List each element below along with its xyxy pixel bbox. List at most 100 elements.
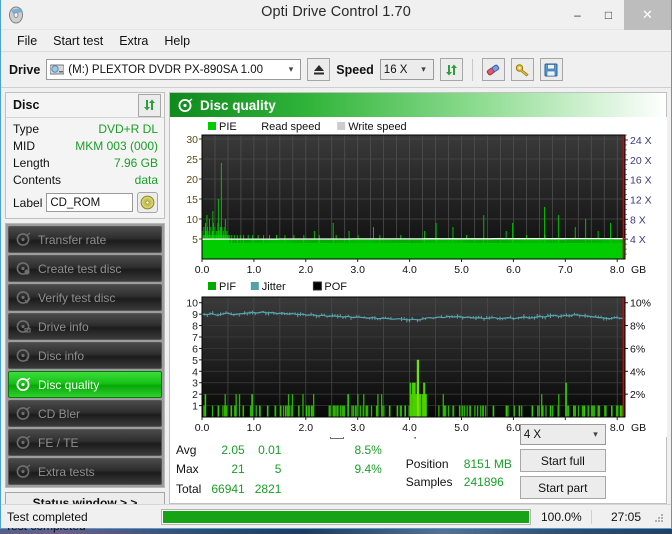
eject-icon xyxy=(313,65,324,75)
disc-quality-icon xyxy=(178,97,193,113)
disc-bler-icon xyxy=(16,406,31,421)
table-row: Total 66941 2821 xyxy=(176,479,392,499)
svg-text:1.0: 1.0 xyxy=(247,422,262,434)
disc-label-input[interactable]: CD_ROM xyxy=(46,193,133,212)
menu-item-help[interactable]: Help xyxy=(156,32,198,50)
pif-jitter-chart[interactable]: PIF Jitter POF 1 2 3 4 5 6 7 8 9 10 2% 4% 6% 8% 10% 0.0 1.0… xyxy=(170,279,667,437)
cell-max-pif: 5 xyxy=(274,462,282,477)
readout-key-samples: Samples xyxy=(405,475,453,489)
cell-max-jitter: 9.4% xyxy=(354,462,382,477)
cell-avg-pof xyxy=(291,440,326,460)
svg-text:15: 15 xyxy=(186,194,198,206)
key-button[interactable] xyxy=(510,58,534,81)
test-button-drive-info[interactable]: Drive info xyxy=(8,313,162,340)
refresh-icon xyxy=(445,64,457,75)
test-button-cd-bler[interactable]: CD Bler xyxy=(8,400,162,427)
eraser-icon xyxy=(487,64,500,75)
svg-text:7.0: 7.0 xyxy=(558,264,573,276)
test-button-transfer-rate[interactable]: Transfer rate xyxy=(8,226,162,253)
progress-percent: 100.0% xyxy=(541,509,582,524)
svg-text:5.0: 5.0 xyxy=(454,422,469,434)
resize-grip[interactable] xyxy=(653,511,665,523)
test-speed-select[interactable]: 4 X ▾ xyxy=(519,424,606,445)
readout-row-position: Position 8151 MB xyxy=(406,455,512,473)
speed-select[interactable]: 16 X ▾ xyxy=(379,59,434,80)
test-button-label: Drive info xyxy=(38,319,89,334)
disc-test-icon xyxy=(16,232,31,247)
disc-extra-icon xyxy=(16,464,31,479)
svg-text:3.0: 3.0 xyxy=(350,264,365,276)
test-button-verify-test-disc[interactable]: Verify test disc xyxy=(8,284,162,311)
svg-text:4.0: 4.0 xyxy=(402,422,417,434)
disc-panel-title: Disc xyxy=(13,98,40,112)
maximize-button[interactable]: □ xyxy=(593,0,624,30)
minimize-button[interactable]: – xyxy=(562,0,593,30)
cell-total-pof xyxy=(291,479,326,499)
cell-avg-pie: 2.05 xyxy=(221,442,245,457)
disc-label-key: Label xyxy=(13,195,43,210)
svg-text:8%: 8% xyxy=(630,321,645,333)
test-button-label: Verify test disc xyxy=(38,290,116,305)
svg-text:Write speed: Write speed xyxy=(348,121,407,133)
speed-label: Speed xyxy=(336,62,374,77)
eject-button[interactable] xyxy=(307,58,331,81)
disc-info-key: MID xyxy=(13,139,35,153)
cell-total-pie: 66941 xyxy=(211,482,245,497)
status-bar-text: Test completed xyxy=(7,509,88,524)
readout-value-samples: 241896 xyxy=(463,475,504,489)
cell-max-pof xyxy=(291,460,326,480)
disc-info-row-contents: Contents data xyxy=(13,172,158,189)
window-controls: – □ ✕ xyxy=(562,0,671,30)
test-button-disc-info[interactable]: i Disc info xyxy=(8,342,162,369)
disc-info-row-type: Type DVD+R DL xyxy=(13,121,158,138)
svg-text:5: 5 xyxy=(192,234,198,246)
test-button-disc-quality[interactable]: Disc quality xyxy=(8,371,162,398)
svg-text:6.0: 6.0 xyxy=(506,264,521,276)
drive-select[interactable]: (M:) PLEXTOR DVDR PX-890SA 1.00 ▾ xyxy=(46,59,302,80)
erase-button[interactable] xyxy=(481,58,505,81)
pie-chart[interactable]: PIE Read speed Write speed 5 10 15 20 25 30 4 X 8 … xyxy=(170,117,667,279)
test-button-create-test-disc[interactable]: Create test disc xyxy=(8,255,162,282)
test-button-label: Disc info xyxy=(38,348,85,363)
disc-info-value: DVD+R DL xyxy=(98,122,158,136)
left-pane: Disc Type DVD+R DL MID MKM 003 (000) Len… xyxy=(5,92,165,533)
drive-label: Drive xyxy=(9,62,41,77)
chevron-down-icon: ▾ xyxy=(593,429,598,439)
disc-quality-header: Disc quality xyxy=(170,93,666,117)
test-button-extra-tests[interactable]: Extra tests xyxy=(8,458,162,485)
drive-icon xyxy=(49,63,65,76)
svg-text:8: 8 xyxy=(192,321,198,333)
svg-text:2.0: 2.0 xyxy=(298,264,313,276)
start-part-button[interactable]: Start part xyxy=(519,476,606,499)
disc-label-button[interactable] xyxy=(137,192,158,213)
svg-text:POF: POF xyxy=(324,281,347,293)
drive-info-icon xyxy=(16,319,31,334)
drive-toolbar: Drive (M:) PLEXTOR DVDR PX-890SA 1.00 ▾ … xyxy=(1,52,671,88)
svg-text:25: 25 xyxy=(186,154,198,166)
svg-text:30: 30 xyxy=(186,134,198,146)
svg-text:20 X: 20 X xyxy=(630,155,652,167)
close-button[interactable]: ✕ xyxy=(624,0,671,30)
start-full-button[interactable]: Start full xyxy=(519,449,606,472)
toolbar-separator xyxy=(471,58,473,81)
row-label-avg: Avg xyxy=(176,442,197,457)
svg-text:GB: GB xyxy=(631,264,646,276)
test-button-label: Disc quality xyxy=(38,377,100,392)
save-button[interactable] xyxy=(539,58,563,81)
chevron-down-icon: ▾ xyxy=(421,64,426,74)
readout-row-samples: Samples 241896 xyxy=(406,473,512,491)
chevron-down-icon: ▾ xyxy=(288,64,294,74)
menu-item-extra[interactable]: Extra xyxy=(111,32,156,50)
disc-quality-icon xyxy=(16,377,31,392)
disc-refresh-button[interactable] xyxy=(138,93,161,117)
disc-label-row: Label CD_ROM xyxy=(13,192,158,213)
disc-info-value: 7.96 GB xyxy=(113,156,158,170)
menu-item-start-test[interactable]: Start test xyxy=(45,32,111,50)
row-label-total: Total xyxy=(176,482,202,497)
readout-spacer xyxy=(406,441,512,455)
menu-item-file[interactable]: File xyxy=(9,32,45,50)
progress-bar-fill xyxy=(163,510,529,523)
test-button-fe-te[interactable]: FE / TE xyxy=(8,429,162,456)
disc-label-value: CD_ROM xyxy=(50,196,101,209)
refresh-button[interactable] xyxy=(439,58,463,81)
